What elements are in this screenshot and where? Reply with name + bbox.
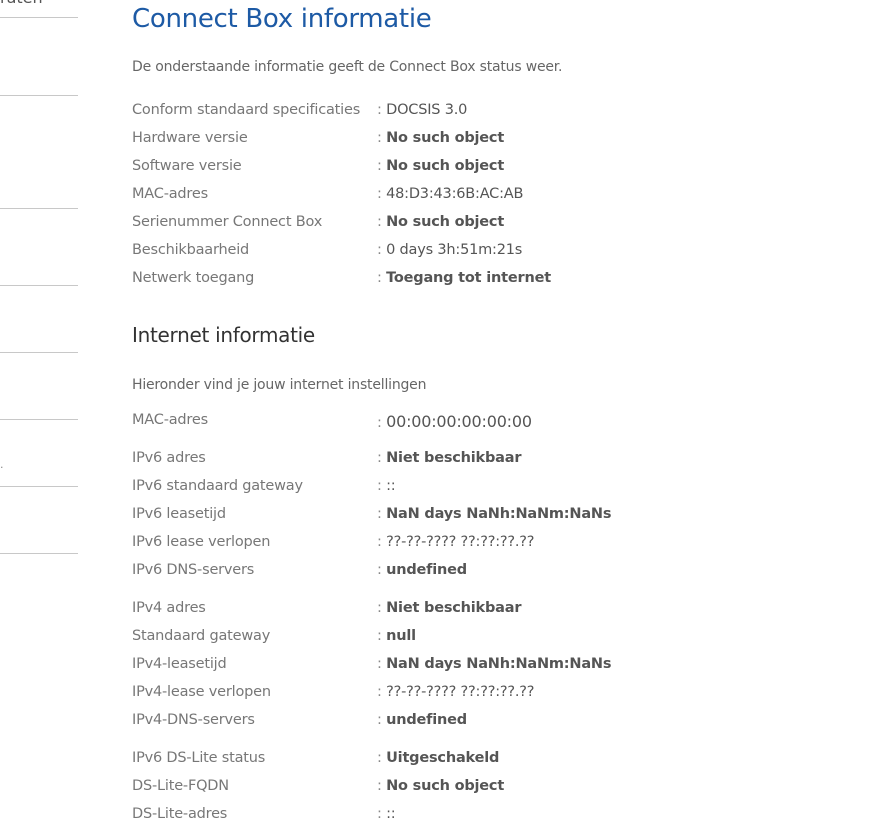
info-label: Netwerk toegang [132, 270, 255, 286]
sidebar-divider [0, 285, 78, 286]
info-row-mac: MAC-adres : 00:00:00:00:00:00 [132, 412, 832, 434]
info-value: : Uitgeschakeld [377, 750, 500, 766]
sidebar: raten . [0, 0, 78, 836]
info-value: : :: [377, 806, 396, 822]
info-row: MAC-adres : 48:D3:43:6B:AC:AB [132, 186, 832, 208]
sidebar-divider [0, 95, 78, 96]
info-value: : No such object [377, 778, 505, 794]
info-value: : No such object [377, 158, 505, 174]
info-row: IPv4 adres : Niet beschikbaar [132, 600, 832, 622]
info-value: : 0 days 3h:51m:21s [377, 242, 523, 258]
info-row: Hardware versie : No such object [132, 130, 832, 152]
info-value: : null [377, 628, 416, 644]
info-value: : ??-??-???? ??:??:??.?? [377, 534, 535, 550]
info-label: IPv6 DNS-servers [132, 562, 255, 578]
info-value: : DOCSIS 3.0 [377, 102, 468, 118]
info-row: IPv6 leasetijd : NaN days NaNh:NaNm:NaNs [132, 506, 832, 528]
info-row: Beschikbaarheid : 0 days 3h:51m:21s [132, 242, 832, 264]
info-label: IPv4-leasetijd [132, 656, 227, 672]
info-row: Conform standaard specificaties : DOCSIS … [132, 102, 832, 124]
info-value: : undefined [377, 562, 467, 578]
internet-section-title: Internet informatie [132, 323, 315, 347]
sidebar-dot: . [0, 458, 4, 471]
info-label: Software versie [132, 158, 242, 174]
info-label: IPv4-DNS-servers [132, 712, 255, 728]
info-row: Standaard gateway : null [132, 628, 832, 650]
internet-intro: Hieronder vind je jouw internet instelli… [132, 377, 427, 393]
info-label: IPv6 DS-Lite status [132, 750, 266, 766]
info-row: DS-Lite-FQDN : No such object [132, 778, 832, 800]
info-row: IPv6 DS-Lite status : Uitgeschakeld [132, 750, 832, 772]
info-value: : ??-??-???? ??:??:??.?? [377, 684, 535, 700]
info-label: IPv6 lease verlopen [132, 534, 271, 550]
sidebar-divider [0, 352, 78, 353]
sidebar-item-cut-label[interactable]: raten [0, 0, 43, 7]
info-value: : :: [377, 478, 396, 494]
info-row: IPv6 standaard gateway : :: [132, 478, 832, 500]
info-value: : NaN days NaNh:NaNm:NaNs [377, 656, 612, 672]
info-label: Standaard gateway [132, 628, 271, 644]
info-row: IPv4-lease verlopen : ??-??-???? ??:??:??… [132, 684, 832, 706]
info-label: Serienummer Connect Box [132, 214, 323, 230]
sidebar-divider [0, 17, 78, 18]
info-label: IPv4-lease verlopen [132, 684, 271, 700]
info-value: : 48:D3:43:6B:AC:AB [377, 186, 524, 202]
info-row: DS-Lite-adres : :: [132, 806, 832, 828]
info-label: DS-Lite-FQDN [132, 778, 229, 794]
info-label: IPv6 standaard gateway [132, 478, 303, 494]
info-label: IPv6 adres [132, 450, 206, 466]
info-label: IPv4 adres [132, 600, 206, 616]
info-label: MAC-adres [132, 186, 208, 202]
connect-box-intro: De onderstaande informatie geeft de Conn… [132, 59, 563, 75]
info-value: : Toegang tot internet [377, 270, 551, 286]
info-row: Software versie : No such object [132, 158, 832, 180]
info-row: IPv6 adres : Niet beschikbaar [132, 450, 832, 472]
info-row: Netwerk toegang : Toegang tot internet [132, 270, 832, 292]
page-title: Connect Box informatie [132, 4, 432, 34]
info-label: DS-Lite-adres [132, 806, 228, 822]
info-row: IPv4-DNS-servers : undefined [132, 712, 832, 734]
info-value: : 00:00:00:00:00:00 [377, 412, 532, 431]
sidebar-divider [0, 553, 78, 554]
info-value: : No such object [377, 214, 505, 230]
info-value: : Niet beschikbaar [377, 600, 522, 616]
sidebar-divider [0, 486, 78, 487]
info-row: Serienummer Connect Box : No such object [132, 214, 832, 236]
info-row: IPv6 DNS-servers : undefined [132, 562, 832, 584]
sidebar-divider [0, 208, 78, 209]
info-label: MAC-adres [132, 412, 208, 428]
info-row: IPv6 lease verlopen : ??-??-???? ??:??:??… [132, 534, 832, 556]
info-label: Beschikbaarheid [132, 242, 250, 258]
sidebar-divider [0, 419, 78, 420]
info-value: : No such object [377, 130, 505, 146]
info-label: Conform standaard specificaties [132, 102, 361, 118]
info-value: : undefined [377, 712, 467, 728]
info-label: IPv6 leasetijd [132, 506, 226, 522]
info-value: : NaN days NaNh:NaNm:NaNs [377, 506, 612, 522]
info-label: Hardware versie [132, 130, 248, 146]
info-value: : Niet beschikbaar [377, 450, 522, 466]
info-row: IPv4-leasetijd : NaN days NaNh:NaNm:NaNs [132, 656, 832, 678]
